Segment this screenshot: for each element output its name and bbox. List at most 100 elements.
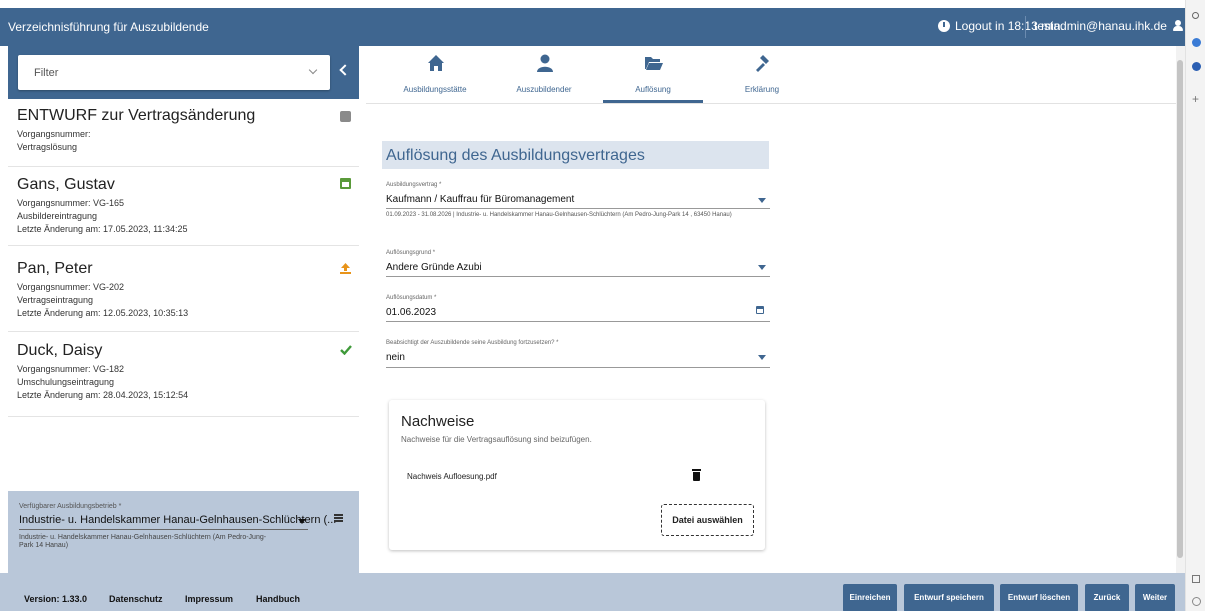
tab-label: Erklärung (744, 85, 780, 94)
browser-sidebar-strip: + (1185, 0, 1205, 611)
calendar-icon (340, 178, 351, 189)
item-title: Gans, Gustav (17, 176, 115, 193)
item-line: Umschulungseintragung (17, 377, 115, 387)
item-line: Letzte Änderung am: 12.05.2023, 10:35:13 (17, 308, 189, 318)
caret-down-icon[interactable] (758, 355, 766, 360)
file-select-button[interactable]: Datei auswählen (661, 504, 754, 536)
list-item[interactable]: Duck, Daisy Vorgangsnummer: VG-182 Umsch… (8, 332, 359, 417)
upload-icon (340, 261, 351, 274)
version-text: Version: 1.33.0 (24, 594, 88, 604)
sidebar: Filter ENTWURF zur Vertragsänderung Vorg… (8, 46, 359, 573)
handbuch-link[interactable]: Handbuch (256, 594, 300, 604)
fortsetzen-label: Beabsichtigt der Auszubildende seine Aus… (386, 340, 559, 346)
betrieb-label: Verfügbarer Ausbildungsbetrieb * (19, 503, 122, 510)
grund-select[interactable]: Andere Gründe Azubi (386, 262, 482, 273)
user-email: testadmin@hanau.ihk.de (1034, 19, 1167, 33)
tab-auszubildender[interactable]: Auszubildender (494, 46, 594, 104)
tab-aufloesung[interactable]: Auflösung (603, 46, 703, 104)
home-icon (427, 54, 445, 72)
item-line: Letzte Änderung am: 17.05.2023, 11:34:25 (17, 224, 188, 234)
sidebar-empty-area (8, 417, 359, 491)
betrieb-hint: Industrie- u. Handelskammer Hanau-Gelnha… (19, 534, 267, 549)
fortsetzen-select[interactable]: nein (386, 352, 405, 363)
nachweise-card: Nachweise Nachweise für die Vertragsaufl… (389, 400, 765, 550)
filter-label: Filter (34, 67, 59, 79)
datum-input[interactable]: 01.06.2023 (386, 307, 436, 318)
item-line: Vorgangsnummer: VG-182 (17, 364, 125, 374)
vertrag-underline (386, 208, 770, 209)
menu-icon[interactable] (334, 514, 343, 522)
nachweise-title: Nachweise (401, 413, 475, 430)
tab-label: Auflösung (635, 85, 671, 94)
betrieb-select[interactable]: Industrie- u. Handelskammer Hanau-Gelnha… (19, 514, 336, 530)
betrieb-value: Industrie- u. Handelskammer Hanau-Gelnha… (19, 514, 337, 526)
item-title: Pan, Peter (17, 260, 93, 277)
item-line: Vorgangsnummer: VG-165 (17, 198, 125, 208)
calendar-icon[interactable] (756, 306, 764, 314)
list-item[interactable]: Pan, Peter Vorgangsnummer: VG-202 Vertra… (8, 246, 359, 332)
impressum-link[interactable]: Impressum (185, 594, 233, 604)
grund-underline (386, 276, 770, 277)
item-line: Vertragslösung (17, 142, 78, 152)
settings-icon[interactable] (1192, 597, 1201, 606)
filter-select[interactable]: Filter (18, 55, 330, 90)
grund-label: Auflösungsgrund * (386, 250, 436, 256)
caret-down-icon (298, 519, 306, 524)
user-menu[interactable]: testadmin@hanau.ihk.de (1034, 19, 1196, 33)
window-icon[interactable] (1192, 575, 1200, 583)
vertrag-select[interactable]: Kaufmann / Kauffrau für Büromanagement (386, 194, 574, 205)
search-icon[interactable] (1192, 12, 1199, 19)
datum-label: Auflösungsdatum * (386, 295, 437, 301)
user-icon (1172, 20, 1185, 32)
app-window: Verzeichnisführung für Auszubildende Log… (0, 0, 1205, 611)
filter-panel: Filter (8, 46, 359, 99)
edit-icon (340, 111, 351, 122)
item-line: Vorgangsnummer: (17, 129, 91, 139)
person-icon (536, 54, 554, 72)
caret-down-icon[interactable] (758, 265, 766, 270)
trash-icon[interactable] (692, 469, 701, 481)
list-item[interactable]: Gans, Gustav Vorgangsnummer: VG-165 Ausb… (8, 167, 359, 246)
tab-ausbildungsstaette[interactable]: Ausbildungsstätte (385, 46, 485, 104)
folder-open-icon (645, 54, 663, 72)
add-icon[interactable]: + (1192, 92, 1199, 106)
active-tab-indicator (603, 100, 703, 103)
nachweise-subtitle: Nachweise für die Vertragsauflösung sind… (401, 435, 592, 444)
caret-down-icon[interactable] (758, 198, 766, 203)
scrollbar-thumb[interactable] (1177, 60, 1183, 558)
vertrag-label: Ausbildungsvertrag * (386, 182, 442, 188)
header-divider (1025, 16, 1026, 38)
entwurf-loeschen-button[interactable]: Entwurf löschen (1000, 584, 1078, 611)
item-line: Vorgangsnummer: VG-202 (17, 282, 125, 292)
chevron-down-icon (308, 65, 318, 75)
gavel-icon (754, 54, 772, 72)
zurueck-button[interactable]: Zurück (1085, 584, 1129, 611)
fortsetzen-underline (386, 367, 770, 368)
item-line: Vertragseintragung (17, 295, 94, 305)
list-item[interactable]: ENTWURF zur Vertragsänderung Vorgangsnum… (8, 99, 359, 167)
top-bar: Verzeichnisführung für Auszubildende Log… (0, 8, 1196, 46)
app-title: Verzeichnisführung für Auszubildende (8, 20, 209, 34)
file-name[interactable]: Nachweis Aufloesung.pdf (407, 472, 497, 481)
tab-erklaerung[interactable]: Erklärung (712, 46, 812, 104)
item-line: Ausbildereintragung (17, 211, 98, 221)
entwurf-speichern-button[interactable]: Entwurf speichern (904, 584, 994, 611)
clock-icon (938, 20, 950, 32)
vertrag-hint: 01.09.2023 - 31.08.2026 | Industrie- u. … (386, 212, 732, 218)
tab-label: Auszubildender (516, 85, 572, 94)
datenschutz-link[interactable]: Datenschutz (109, 594, 163, 604)
tab-label: Ausbildungsstätte (403, 85, 467, 94)
extension-icon[interactable] (1192, 38, 1201, 47)
outlook-icon[interactable] (1192, 62, 1201, 71)
check-icon (340, 342, 352, 356)
item-title: Duck, Daisy (17, 342, 103, 359)
datum-underline (386, 321, 770, 322)
item-title: ENTWURF zur Vertragsänderung (17, 107, 256, 124)
item-line: Letzte Änderung am: 28.04.2023, 15:12:54 (17, 390, 189, 400)
footer: Version: 1.33.0 Datenschutz Impressum Ha… (0, 573, 1185, 611)
einreichen-button[interactable]: Einreichen (843, 584, 897, 611)
betrieb-panel: Verfügbarer Ausbildungsbetrieb * Industr… (8, 491, 359, 573)
collapse-sidebar-button[interactable] (335, 60, 353, 82)
weiter-button[interactable]: Weiter (1135, 584, 1175, 611)
section-title: Auflösung des Ausbildungsvertrages (386, 147, 645, 164)
